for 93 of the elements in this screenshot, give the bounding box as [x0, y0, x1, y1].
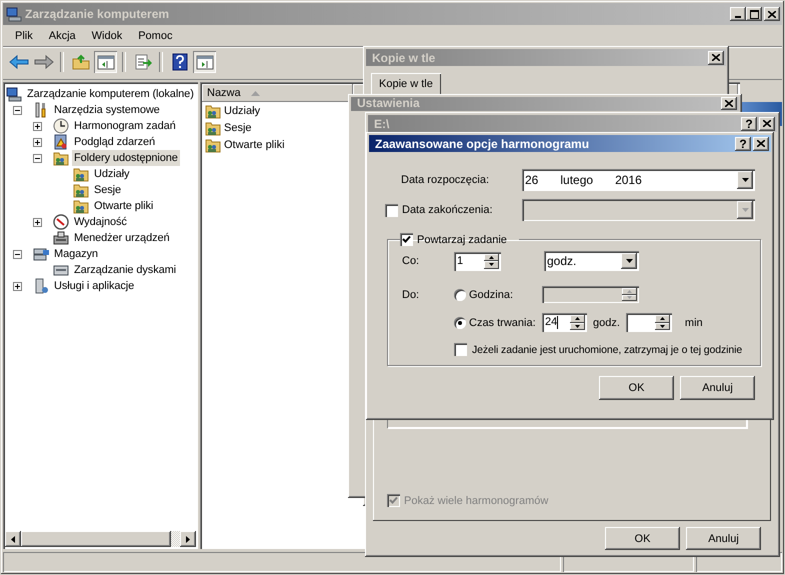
log-icon — [53, 134, 69, 150]
unit-label: godz. — [593, 316, 620, 328]
checkbox-label: Jeżeli zadanie jest uruchomione, zatrzymaj je o tej godzinie — [472, 344, 742, 356]
scroll-left-button[interactable] — [5, 531, 21, 547]
field-label: Co: — [402, 255, 420, 267]
action-pane-icon[interactable] — [193, 51, 216, 73]
dialog-button[interactable]: OK — [599, 376, 674, 400]
scroll-thumb[interactable] — [21, 531, 171, 547]
collapse-icon[interactable] — [13, 106, 22, 114]
shared-folder-icon — [73, 166, 89, 182]
radio-button[interactable] — [454, 316, 466, 328]
field-label: Data rozpoczęcia: — [401, 174, 490, 186]
expand-icon[interactable] — [33, 218, 42, 226]
dialog-button[interactable]: Anuluj — [680, 376, 755, 400]
number-spinner[interactable]: 1 — [454, 252, 501, 270]
radio-button[interactable] — [454, 288, 466, 300]
close-button[interactable] — [753, 136, 769, 150]
checkbox-label: Pokaż wiele harmonogramów — [404, 494, 548, 506]
close-icon — [712, 54, 720, 61]
date-picker[interactable]: 26 lutego 2016 — [522, 169, 755, 191]
tree-item[interactable]: Zarządzanie komputerem (lokalne) — [25, 86, 196, 102]
dialog-title: Ustawienia — [357, 97, 420, 110]
list-item[interactable]: Udziały — [224, 105, 260, 117]
tree-item[interactable]: Usługi i aplikacje — [52, 278, 136, 294]
close-icon — [763, 120, 771, 127]
radio-label: Czas trwania: — [469, 316, 536, 328]
column-header[interactable]: Nazwa — [202, 84, 353, 102]
checkbox-label: Powtarzaj zadanie — [417, 234, 507, 246]
shared-folder-icon — [205, 120, 221, 136]
window-title: Zarządzanie komputerem — [25, 7, 170, 21]
tree-item[interactable]: Podgląd zdarzeń — [72, 134, 158, 150]
dialog-button[interactable]: Anuluj — [686, 527, 761, 550]
help-button[interactable]: ? — [735, 136, 751, 150]
tree-item[interactable]: Udziały — [92, 166, 132, 182]
spin-buttons[interactable] — [484, 254, 499, 268]
scroll-right-icon — [186, 536, 190, 542]
dialog-title: Kopie w tle — [372, 50, 436, 64]
computer-icon — [6, 86, 22, 102]
expand-icon[interactable] — [33, 122, 42, 130]
shared-folder-icon — [205, 103, 221, 119]
close-icon — [757, 140, 765, 147]
list-item[interactable]: Otwarte pliki — [224, 139, 285, 151]
menu-item[interactable]: Akcja — [40, 28, 84, 44]
tree-item[interactable]: Foldery udostępnione — [72, 150, 180, 166]
scroll-right-button[interactable] — [180, 531, 196, 547]
unit-label: min — [684, 316, 703, 328]
close-icon — [768, 10, 776, 18]
dialog-button[interactable]: OK — [605, 527, 680, 550]
console-tree-icon[interactable] — [94, 51, 117, 73]
tree-item[interactable]: Menedżer urządzeń — [72, 230, 172, 246]
list-item[interactable]: Sesje — [224, 122, 252, 134]
menu-item[interactable]: Plik — [7, 28, 41, 44]
shared-folder-icon — [205, 137, 221, 153]
menu-item[interactable]: Pomoc — [130, 28, 180, 44]
collapse-icon[interactable] — [13, 250, 22, 258]
close-icon — [725, 100, 733, 107]
tree-item[interactable]: Sesje — [92, 182, 124, 198]
checkbox[interactable] — [454, 343, 467, 356]
expand-icon[interactable] — [13, 282, 22, 290]
dialog-title: E:\ — [374, 116, 390, 130]
spin-buttons[interactable] — [654, 315, 670, 330]
unit-dropdown[interactable]: godz. — [544, 251, 639, 271]
shared-folder-icon — [73, 182, 89, 198]
scroll-left-icon — [11, 536, 15, 542]
gauge-icon — [53, 214, 69, 230]
tree-item[interactable]: Harmonogram zadań — [72, 118, 178, 134]
tree-item[interactable]: Zarządzanie dyskami — [72, 262, 178, 278]
hours-spinner[interactable]: 24 — [542, 313, 587, 332]
minutes-spinner[interactable] — [626, 313, 672, 332]
checkbox[interactable] — [400, 233, 413, 246]
scroll-track[interactable] — [171, 531, 180, 547]
tree-item[interactable]: Narzędzia systemowe — [52, 102, 162, 118]
checkbox[interactable] — [385, 204, 398, 216]
field-label: Do: — [402, 288, 420, 300]
dialog-title: Zaawansowane opcje harmonogramu — [375, 136, 590, 150]
tree-item[interactable]: Magazyn — [52, 246, 100, 262]
collapse-icon[interactable] — [33, 154, 42, 162]
checkbox-label: Data zakończenia: — [402, 204, 492, 216]
shared-folder-icon — [53, 150, 69, 166]
expand-icon[interactable] — [33, 138, 42, 146]
tree-item[interactable]: Otwarte pliki — [92, 198, 156, 214]
device-icon — [53, 230, 69, 246]
clock-icon — [53, 118, 69, 134]
radio-label: Godzina: — [469, 288, 514, 300]
storage-icon — [33, 246, 49, 262]
server-icon — [33, 278, 49, 294]
tab[interactable]: Kopie w tle — [371, 73, 441, 95]
computer-icon — [6, 6, 22, 22]
shared-folder-icon — [73, 198, 89, 214]
spin-buttons[interactable] — [570, 315, 585, 330]
maximize-icon — [750, 10, 758, 18]
tree-item[interactable]: Wydajność — [72, 214, 129, 230]
menu-item[interactable]: Widok — [84, 28, 130, 44]
